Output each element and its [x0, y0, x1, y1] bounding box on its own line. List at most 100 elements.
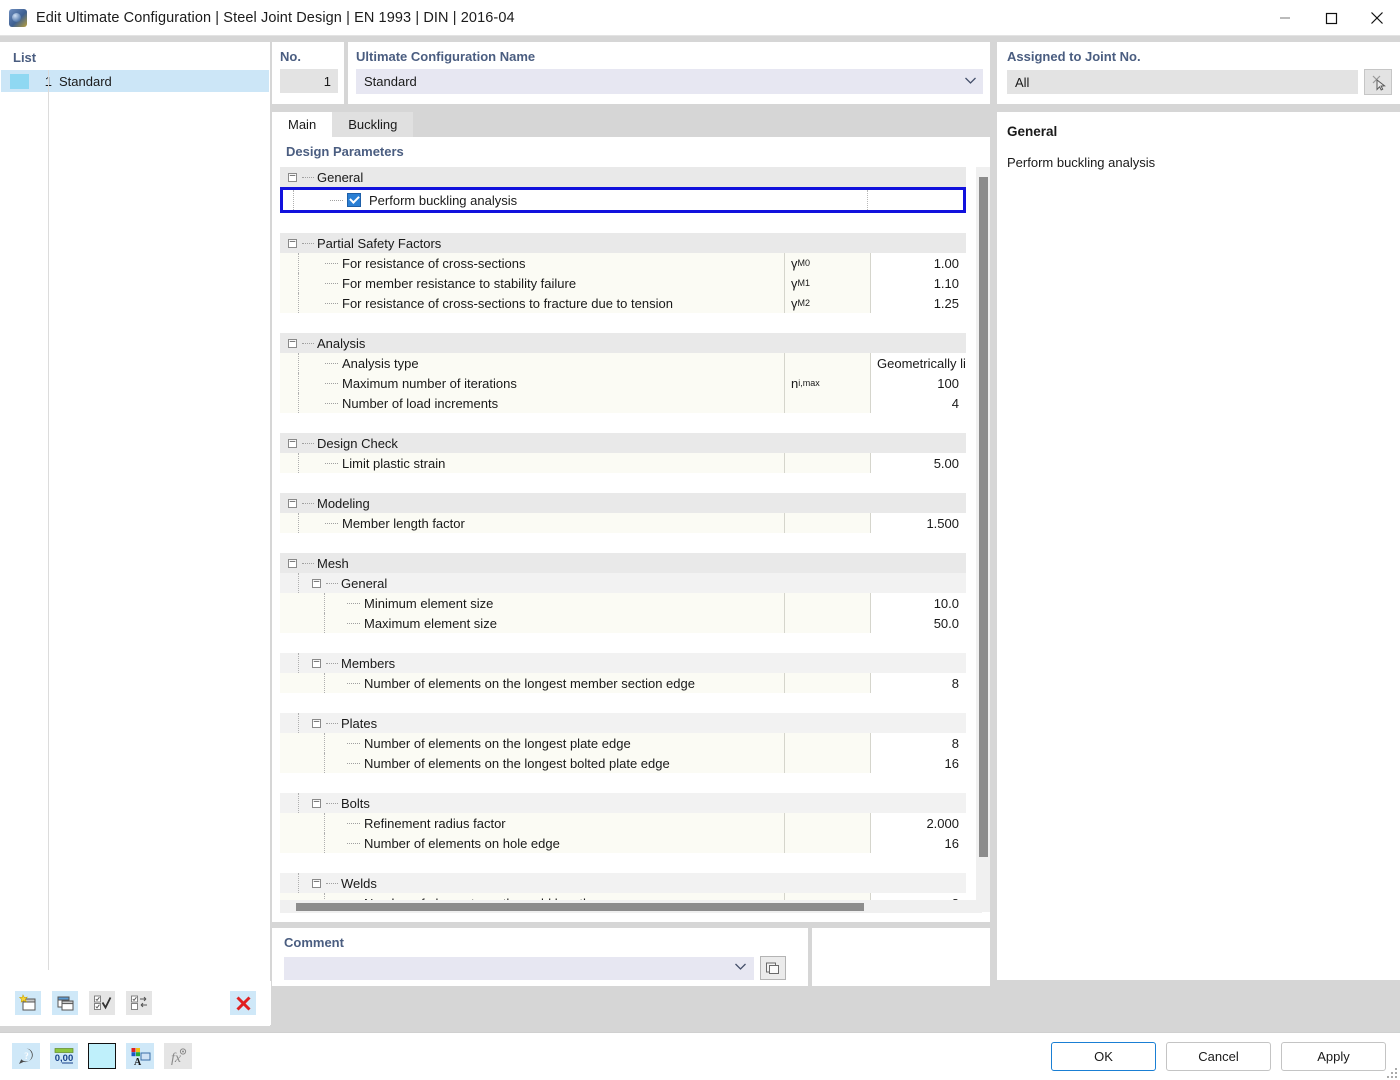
dialog-body: List 1 Standard: [0, 36, 1400, 1032]
tree-group-label: Modeling: [317, 496, 370, 511]
table-row[interactable]: Number of elements on the longest member…: [280, 673, 966, 693]
row-value[interactable]: 8: [870, 673, 966, 693]
dialog-buttons: OK Cancel Apply: [1051, 1042, 1386, 1071]
table-row[interactable]: For member resistance to stability failu…: [280, 273, 966, 293]
help-panel: General Perform buckling analysis: [997, 112, 1400, 980]
tree-subgroup-mesh-welds[interactable]: Welds: [280, 873, 966, 893]
close-button[interactable]: [1354, 0, 1400, 36]
apply-button[interactable]: Apply: [1281, 1042, 1386, 1071]
collapse-icon[interactable]: [312, 719, 321, 728]
cancel-button[interactable]: Cancel: [1166, 1042, 1271, 1071]
table-row[interactable]: Number of elements on the longest plate …: [280, 733, 966, 753]
tree-horizontal-scrollbar[interactable]: [280, 900, 982, 913]
formula-button[interactable]: fx: [164, 1043, 192, 1069]
row-value[interactable]: 4: [870, 393, 966, 413]
collapse-icon[interactable]: [288, 499, 297, 508]
parameters-tree[interactable]: General Perform buckling analysis: [280, 167, 982, 912]
table-row[interactable]: Member length factor 1.500: [280, 513, 966, 533]
row-value[interactable]: 8: [870, 733, 966, 753]
table-row[interactable]: Number of elements on the longest bolted…: [280, 753, 966, 773]
invert-selection-button[interactable]: [126, 991, 152, 1015]
tree-subgroup-mesh-general[interactable]: General: [280, 573, 966, 593]
configuration-list[interactable]: 1 Standard: [1, 70, 269, 92]
row-value[interactable]: 1.500: [870, 513, 966, 533]
copy-configuration-button[interactable]: [52, 991, 78, 1015]
color-swatch-button[interactable]: [88, 1043, 116, 1069]
row-value[interactable]: 16: [870, 753, 966, 773]
table-row[interactable]: Refinement radius factor 2.000: [280, 813, 966, 833]
tab-main[interactable]: Main: [272, 112, 332, 137]
row-perform-buckling-analysis[interactable]: Perform buckling analysis: [280, 187, 966, 213]
select-joint-button[interactable]: [1364, 69, 1392, 95]
configuration-name-group: Ultimate Configuration Name Standard: [348, 42, 990, 104]
row-value[interactable]: 10.0: [870, 593, 966, 613]
row-value[interactable]: 50.0: [870, 613, 966, 633]
delete-configuration-button[interactable]: [230, 991, 256, 1015]
collapse-icon[interactable]: [288, 339, 297, 348]
collapse-icon[interactable]: [288, 173, 297, 182]
tree-connector: [302, 243, 314, 244]
chevron-down-icon[interactable]: [734, 962, 747, 974]
row-symbol: [784, 613, 870, 633]
row-value[interactable]: 5.00: [870, 453, 966, 473]
tree-group-analysis[interactable]: Analysis: [280, 333, 966, 353]
collapse-icon[interactable]: [312, 799, 321, 808]
row-value[interactable]: Geometrically li: [870, 353, 966, 373]
tree-group-general[interactable]: General: [280, 167, 966, 187]
tree-subgroup-mesh-members[interactable]: Members: [280, 653, 966, 673]
scrollbar-thumb[interactable]: [296, 903, 864, 911]
row-value[interactable]: 2.000: [870, 813, 966, 833]
scrollbar-thumb[interactable]: [979, 177, 988, 857]
tree-subgroup-mesh-plates[interactable]: Plates: [280, 713, 966, 733]
row-label: Maximum element size: [364, 616, 784, 631]
tree-group-partial-safety-factors[interactable]: Partial Safety Factors: [280, 233, 966, 253]
table-row[interactable]: Maximum number of iterations ni,max 100: [280, 373, 966, 393]
tree-spacer: [280, 633, 966, 653]
chevron-down-icon[interactable]: [964, 76, 977, 88]
row-value[interactable]: 1.10: [870, 273, 966, 293]
row-label: For resistance of cross-sections to frac…: [342, 296, 784, 311]
tree-subgroup-mesh-bolts[interactable]: Bolts: [280, 793, 966, 813]
tree-group-mesh[interactable]: Mesh: [280, 553, 966, 573]
comment-input[interactable]: [284, 957, 754, 980]
tab-buckling[interactable]: Buckling: [332, 112, 413, 137]
table-row[interactable]: Limit plastic strain 5.00: [280, 453, 966, 473]
tree-vertical-scrollbar[interactable]: [976, 167, 990, 912]
assigned-joint-input[interactable]: All: [1007, 70, 1358, 94]
table-row[interactable]: Number of elements on hole edge 16: [280, 833, 966, 853]
maximize-button[interactable]: [1308, 0, 1354, 36]
row-label: Member length factor: [342, 516, 784, 531]
tree-group-label: Bolts: [341, 796, 370, 811]
table-row[interactable]: For resistance of cross-sections γM0 1.0…: [280, 253, 966, 273]
row-value[interactable]: 1.25: [870, 293, 966, 313]
row-value[interactable]: 1.00: [870, 253, 966, 273]
collapse-icon[interactable]: [288, 439, 297, 448]
minimize-button[interactable]: [1262, 0, 1308, 36]
table-row[interactable]: Number of load increments 4: [280, 393, 966, 413]
configuration-name-input[interactable]: Standard: [356, 69, 983, 94]
ok-button[interactable]: OK: [1051, 1042, 1156, 1071]
row-value[interactable]: 16: [870, 833, 966, 853]
collapse-icon[interactable]: [312, 879, 321, 888]
tree-group-modeling[interactable]: Modeling: [280, 493, 966, 513]
comment-copy-button[interactable]: [760, 956, 786, 980]
resize-grip[interactable]: [1383, 1064, 1397, 1078]
table-row[interactable]: Maximum element size 50.0: [280, 613, 966, 633]
list-item[interactable]: 1 Standard: [1, 70, 269, 92]
decimal-places-button[interactable]: 0,00: [50, 1043, 78, 1069]
table-row[interactable]: For resistance of cross-sections to frac…: [280, 293, 966, 313]
collapse-icon[interactable]: [288, 559, 297, 568]
row-value[interactable]: 100: [870, 373, 966, 393]
collapse-icon[interactable]: [312, 659, 321, 668]
collapse-icon[interactable]: [288, 239, 297, 248]
table-row[interactable]: Analysis type Geometrically li: [280, 353, 966, 373]
help-button[interactable]: ?: [12, 1043, 40, 1069]
tree-connector: [293, 190, 294, 210]
perform-buckling-analysis-checkbox[interactable]: [347, 193, 361, 207]
display-properties-button[interactable]: A: [126, 1043, 154, 1069]
collapse-icon[interactable]: [312, 579, 321, 588]
tree-group-design-check[interactable]: Design Check: [280, 433, 966, 453]
select-all-button[interactable]: [89, 991, 115, 1015]
new-configuration-button[interactable]: [15, 991, 41, 1015]
table-row[interactable]: Minimum element size 10.0: [280, 593, 966, 613]
